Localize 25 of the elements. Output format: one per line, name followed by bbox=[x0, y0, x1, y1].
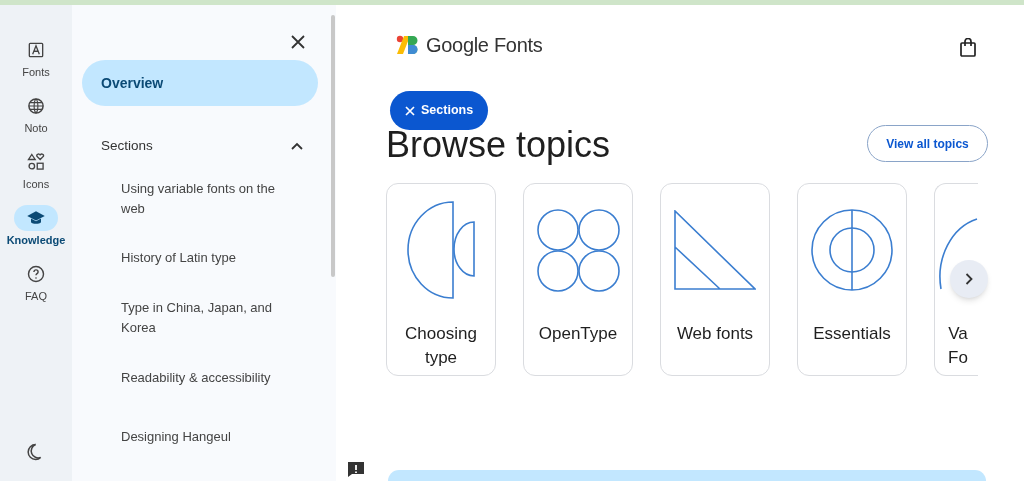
section-link[interactable]: History of Latin type bbox=[121, 248, 301, 268]
view-all-topics-button[interactable]: View all topics bbox=[867, 125, 988, 162]
nav-rail-item[interactable]: Icons bbox=[0, 141, 72, 197]
overview-item[interactable]: Overview bbox=[82, 60, 318, 106]
section-link[interactable]: Designing Hangeul bbox=[121, 427, 301, 447]
nav-rail-item[interactable]: Noto bbox=[0, 85, 72, 141]
topic-label: Choosing type bbox=[404, 323, 478, 369]
sections-button[interactable]: Sections bbox=[390, 91, 489, 130]
topic-label: Web fonts bbox=[675, 323, 755, 345]
section-link[interactable]: Type in China, Japan, and Korea bbox=[121, 298, 301, 338]
topic-label: OpenType bbox=[537, 323, 619, 345]
topic-card[interactable]: Essentials bbox=[797, 183, 907, 376]
topic-card[interactable]: OpenType bbox=[523, 183, 633, 376]
topic-label: Essentials bbox=[812, 323, 892, 345]
nav-rail-item[interactable]: Knowledge bbox=[0, 197, 72, 253]
sections-header[interactable]: Sections bbox=[101, 135, 303, 157]
logo-text: Google Fonts bbox=[426, 33, 543, 58]
topic-card[interactable]: Va Fo bbox=[934, 183, 978, 376]
section-link[interactable]: Using variable fonts on the web bbox=[121, 179, 301, 219]
topic-card[interactable]: Web fonts bbox=[660, 183, 770, 376]
section-link[interactable]: Readability & accessibility bbox=[121, 368, 301, 388]
topic-label: Va Fo bbox=[947, 323, 969, 369]
nav-rail-item[interactable]: Fonts bbox=[0, 29, 72, 85]
topic-card[interactable]: Choosing type bbox=[386, 183, 496, 376]
nav-rail-item[interactable]: FAQ bbox=[0, 253, 72, 309]
